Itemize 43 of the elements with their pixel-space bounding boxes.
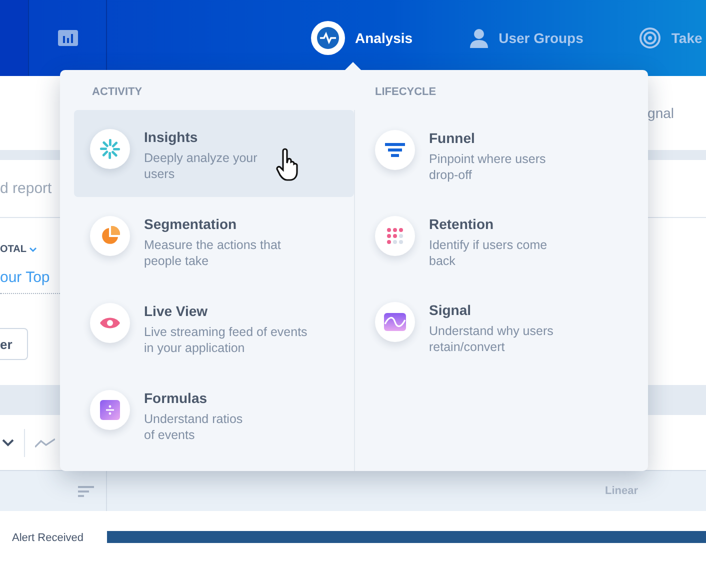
item-title: Insights bbox=[144, 129, 199, 145]
item-description: Deeply analyze your users bbox=[144, 150, 258, 182]
target-icon bbox=[639, 27, 662, 49]
item-description: Identify if users come back bbox=[429, 237, 548, 269]
partial-button[interactable]: er bbox=[0, 328, 28, 360]
bar-chart-icon[interactable] bbox=[58, 30, 78, 46]
search-text: d report bbox=[0, 180, 52, 197]
item-title: Funnel bbox=[429, 130, 476, 146]
section-heading: LIFECYCLE bbox=[375, 86, 438, 100]
item-title: Signal bbox=[429, 302, 472, 318]
total-label: OTAL bbox=[0, 244, 26, 255]
item-description: Live streaming feed of events in your application bbox=[144, 324, 308, 356]
divide-icon bbox=[100, 400, 120, 420]
item-description: Understand why users retain/convert bbox=[429, 323, 554, 355]
menu-item[interactable]: Retention Identify if users come back bbox=[359, 197, 634, 284]
pulse-icon bbox=[311, 21, 345, 55]
item-title: Formulas bbox=[144, 390, 208, 406]
item-description: Measure the actions that people take bbox=[144, 237, 281, 269]
menu-item[interactable]: Live View Live streaming feed of events in your application bbox=[74, 284, 354, 371]
pie-chart-icon bbox=[100, 226, 120, 246]
sort-icon[interactable] bbox=[78, 486, 94, 496]
menu-item[interactable]: Signal Understand why users retain/convert bbox=[359, 283, 634, 370]
menu-item[interactable]: Segmentation Measure the actions that people take bbox=[74, 197, 354, 284]
item-title: Live View bbox=[144, 303, 209, 319]
burst-icon bbox=[99, 138, 121, 160]
menu-item[interactable]: Formulas Understand ratios of events bbox=[74, 371, 354, 458]
menu-item[interactable]: Funnel Pinpoint where users drop-off bbox=[359, 111, 634, 198]
item-title: Segmentation bbox=[144, 216, 238, 232]
line-chart-icon[interactable] bbox=[35, 438, 55, 448]
person-icon bbox=[468, 28, 489, 48]
nav-tab[interactable]: Analysis bbox=[311, 21, 413, 55]
funnel-icon bbox=[385, 143, 405, 157]
section-heading: ACTIVITY bbox=[92, 86, 144, 100]
hand-pointer-icon bbox=[276, 148, 300, 182]
item-title: Retention bbox=[429, 216, 495, 232]
row-label: Alert Received bbox=[11, 531, 85, 543]
wave-icon bbox=[384, 313, 406, 331]
chevron-down-icon[interactable] bbox=[2, 438, 14, 446]
item-description: Pinpoint where users drop-off bbox=[429, 151, 546, 183]
menu-item[interactable]: Insights Deeply analyze your users bbox=[74, 110, 354, 197]
dot-grid-icon bbox=[387, 228, 403, 244]
item-description: Understand ratios of events bbox=[144, 411, 243, 443]
eye-icon bbox=[99, 316, 121, 330]
